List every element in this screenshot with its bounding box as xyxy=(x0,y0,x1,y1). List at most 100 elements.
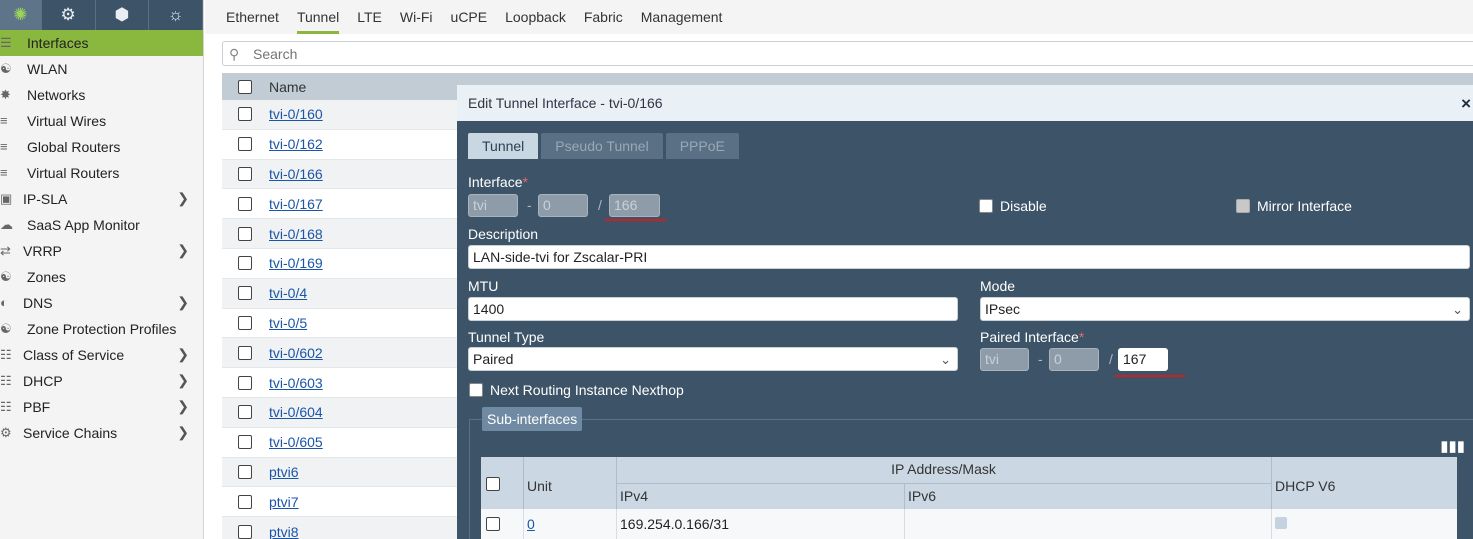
sub-select-all-checkbox[interactable] xyxy=(486,477,500,491)
tab-lte[interactable]: LTE xyxy=(348,0,391,34)
sidebar-item-virtual-wires[interactable]: ≡ Virtual Wires xyxy=(0,108,203,134)
network-icon[interactable]: ✺ xyxy=(0,0,42,30)
row-checkbox[interactable] xyxy=(237,405,252,420)
search-input[interactable] xyxy=(253,45,653,62)
sidebar-item-virtual-routers[interactable]: ≡ Virtual Routers xyxy=(0,160,203,186)
interface-name-link[interactable]: tvi-0/168 xyxy=(269,226,323,242)
network-icon: ✸ xyxy=(0,87,11,102)
select-all-checkbox[interactable] xyxy=(237,79,252,94)
tunnel-type-select[interactable]: Paired ⌄ xyxy=(468,347,958,371)
paired-number-field[interactable]: 167 xyxy=(1118,348,1168,371)
row-select-cell xyxy=(222,494,267,509)
interface-name-link[interactable]: ptvi6 xyxy=(269,464,299,480)
tab-loopback[interactable]: Loopback xyxy=(496,0,575,34)
sidebar-item-service-chains[interactable]: ⚙ Service Chains ❯ xyxy=(0,420,203,446)
close-icon[interactable]: × xyxy=(1461,94,1471,114)
tab-wifi[interactable]: Wi-Fi xyxy=(391,0,442,34)
tunnel-type-label: Tunnel Type xyxy=(468,329,545,345)
disable-checkbox[interactable]: Disable xyxy=(979,198,1047,214)
interface-name-link[interactable]: tvi-0/4 xyxy=(269,285,307,301)
sidebar-item-dns[interactable]: ◐ DNS ❯ xyxy=(0,290,203,316)
sidebar-item-zone-protection-profiles[interactable]: ☯ Zone Protection Profiles xyxy=(0,316,203,342)
interface-name-link[interactable]: tvi-0/605 xyxy=(269,434,323,450)
sidebar-item-pbf[interactable]: ☷ PBF ❯ xyxy=(0,394,203,420)
interface-name-link[interactable]: tvi-0/602 xyxy=(269,345,323,361)
row-checkbox[interactable] xyxy=(237,286,252,301)
interface-dash: - xyxy=(527,197,532,213)
sidebar-item-vrrp[interactable]: ⇄ VRRP ❯ xyxy=(0,238,203,264)
row-checkbox[interactable] xyxy=(237,226,252,241)
column-header-ipv4[interactable]: IPv4 xyxy=(620,488,648,504)
sidebar-item-saas-app-monitor[interactable]: ☁ SaaS App Monitor xyxy=(0,212,203,238)
interface-name-link[interactable]: ptvi8 xyxy=(269,524,299,539)
tab-management[interactable]: Management xyxy=(632,0,732,34)
tab-ethernet[interactable]: Ethernet xyxy=(217,0,288,34)
tab-fabric[interactable]: Fabric xyxy=(575,0,632,34)
tab-ucpe[interactable]: uCPE xyxy=(442,0,497,34)
next-routing-box[interactable] xyxy=(469,383,483,397)
interface-name-link[interactable]: tvi-0/169 xyxy=(269,255,323,271)
description-field[interactable]: LAN-side-tvi for Zscalar-PRI xyxy=(468,245,1470,269)
tab-pppoe[interactable]: PPPoE xyxy=(665,133,739,159)
sidebar-item-networks[interactable]: ✸ Networks xyxy=(0,82,203,108)
disable-box[interactable] xyxy=(979,199,993,213)
row-checkbox[interactable] xyxy=(237,524,252,539)
tab-pseudo-tunnel[interactable]: Pseudo Tunnel xyxy=(541,133,663,159)
column-header-dhcp-v6[interactable]: DHCP V6 xyxy=(1275,478,1335,494)
row-checkbox[interactable] xyxy=(237,494,252,509)
dialog-header: Edit Tunnel Interface - tvi-0/166 × xyxy=(457,85,1473,121)
sidebar-item-dhcp[interactable]: ☷ DHCP ❯ xyxy=(0,368,203,394)
mode-select[interactable]: IPsec ⌄ xyxy=(980,297,1470,321)
sidebar-item-wlan[interactable]: ☯ WLAN xyxy=(0,56,203,82)
unit-link[interactable]: 0 xyxy=(527,516,535,532)
interface-name-link[interactable]: tvi-0/160 xyxy=(269,106,323,122)
interface-name-link[interactable]: tvi-0/5 xyxy=(269,315,307,331)
interface-number-field[interactable]: 166 xyxy=(609,194,660,217)
row-checkbox[interactable] xyxy=(237,107,252,122)
dns-icon: ◐ xyxy=(0,295,8,310)
row-checkbox[interactable] xyxy=(237,196,252,211)
shield-icon: ☯ xyxy=(0,321,12,336)
row-checkbox[interactable] xyxy=(237,375,252,390)
router-icon: ≡ xyxy=(0,165,8,180)
sidebar-item-class-of-service[interactable]: ☷ Class of Service ❯ xyxy=(0,342,203,368)
gear-icon[interactable]: ⚙ xyxy=(42,0,96,30)
mirror-interface-checkbox[interactable]: Mirror Interface xyxy=(1236,198,1352,214)
tab-tunnel[interactable]: Tunnel xyxy=(288,0,348,34)
row-checkbox[interactable] xyxy=(237,435,252,450)
wire-icon: ≡ xyxy=(0,113,8,128)
interface-name-link[interactable]: tvi-0/166 xyxy=(269,166,323,182)
row-checkbox[interactable] xyxy=(486,517,500,531)
dhcp-v6-checkbox[interactable] xyxy=(1275,517,1287,529)
row-checkbox[interactable] xyxy=(237,137,252,152)
router-icon: ≡ xyxy=(0,139,8,154)
interface-name-link[interactable]: tvi-0/167 xyxy=(269,196,323,212)
row-select-cell xyxy=(222,137,267,152)
interface-name-link[interactable]: tvi-0/603 xyxy=(269,375,323,391)
row-checkbox[interactable] xyxy=(237,256,252,271)
globe-gear-icon[interactable]: ☼ xyxy=(149,0,203,30)
sidebar-item-global-routers[interactable]: ≡ Global Routers xyxy=(0,134,203,160)
column-header-ipv6[interactable]: IPv6 xyxy=(908,488,936,504)
mtu-field[interactable]: 1400 xyxy=(468,297,958,321)
row-checkbox[interactable] xyxy=(237,464,252,479)
columns-icon[interactable]: ▮▮▮ xyxy=(1440,437,1465,455)
column-header-unit[interactable]: Unit xyxy=(527,478,552,494)
tab-tunnel-settings[interactable]: Tunnel xyxy=(468,133,539,159)
interface-name-link[interactable]: ptvi7 xyxy=(269,494,299,510)
row-checkbox[interactable] xyxy=(237,166,252,181)
row-checkbox[interactable] xyxy=(237,315,252,330)
column-divider xyxy=(523,457,524,509)
column-group-ip-address: IP Address/Mask xyxy=(891,461,996,477)
sidebar-item-zones[interactable]: ☯ Zones xyxy=(0,264,203,290)
sidebar-item-interfaces[interactable]: ☰ Interfaces xyxy=(0,30,203,56)
chevron-right-icon: ❯ xyxy=(177,424,189,440)
interface-name-link[interactable]: tvi-0/162 xyxy=(269,136,323,152)
next-routing-instance-checkbox[interactable]: Next Routing Instance Nexthop xyxy=(469,382,684,398)
interface-name-link[interactable]: tvi-0/604 xyxy=(269,404,323,420)
row-checkbox[interactable] xyxy=(237,345,252,360)
cube-icon[interactable]: ⬢ xyxy=(96,0,150,30)
mirror-box[interactable] xyxy=(1236,199,1250,213)
sidebar-item-ip-sla[interactable]: ▣ IP-SLA ❯ xyxy=(0,186,203,212)
row-select-cell xyxy=(222,107,267,122)
